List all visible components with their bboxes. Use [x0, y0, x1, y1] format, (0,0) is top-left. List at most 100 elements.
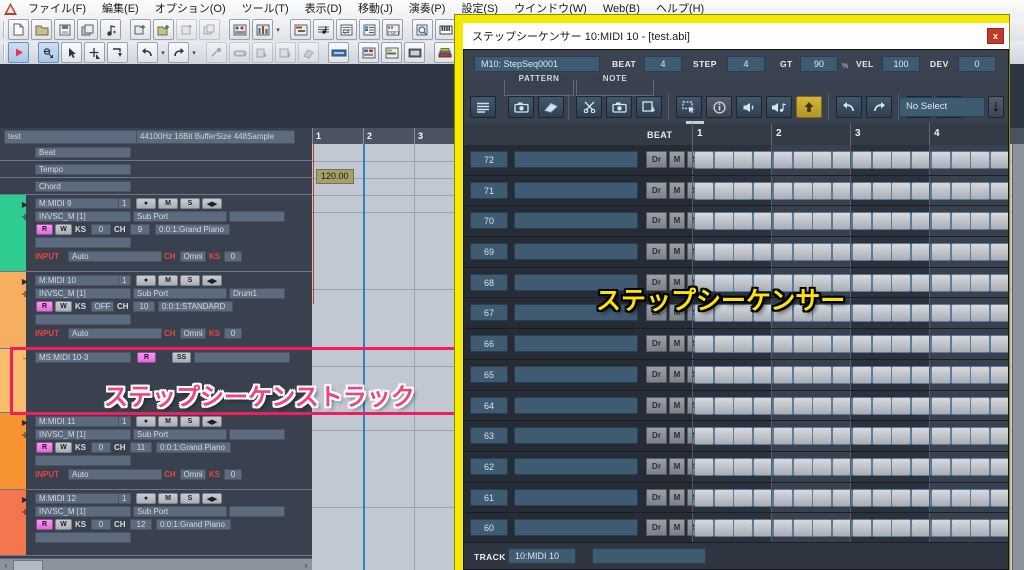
- step-cell[interactable]: [694, 519, 714, 538]
- step-row[interactable]: 64DrMS: [464, 390, 1008, 422]
- step-cell[interactable]: [831, 335, 852, 354]
- step-cell[interactable]: [733, 151, 754, 169]
- mixer-small-icon[interactable]: [229, 19, 250, 40]
- track-read-button[interactable]: R: [36, 224, 53, 235]
- step-cell[interactable]: [891, 488, 912, 507]
- save-track-icon[interactable]: [176, 19, 197, 40]
- step-cell[interactable]: [773, 243, 793, 262]
- midi-io-icon[interactable]: [328, 42, 349, 63]
- step-cell[interactable]: [812, 519, 833, 538]
- step-cell[interactable]: [792, 151, 813, 169]
- track-ch-value[interactable]: 11: [130, 442, 152, 453]
- step-cell[interactable]: [694, 457, 714, 476]
- step-cell[interactable]: [950, 304, 971, 323]
- step-cell[interactable]: [970, 396, 991, 415]
- track-port-field[interactable]: Sub Port: [133, 288, 227, 299]
- open-track-icon[interactable]: [153, 19, 174, 40]
- track-input-value[interactable]: Auto: [68, 469, 162, 480]
- step-cell[interactable]: [713, 212, 734, 231]
- step-cell[interactable]: [950, 396, 971, 415]
- track-add-icon[interactable]: ✛: [20, 430, 30, 440]
- step-cell[interactable]: [910, 212, 931, 231]
- track-comment-field[interactable]: [35, 237, 131, 248]
- step-cell[interactable]: [773, 181, 793, 200]
- list-icon[interactable]: [470, 96, 496, 118]
- track-solo-button[interactable]: S: [180, 275, 200, 286]
- step-cell[interactable]: [989, 243, 1008, 262]
- playhead-cursor[interactable]: [363, 144, 365, 570]
- menu-item-move[interactable]: 移動(J): [350, 0, 401, 18]
- new-file-icon[interactable]: [8, 19, 29, 40]
- step-row-note-number[interactable]: 61: [470, 488, 508, 506]
- step-cell[interactable]: [910, 396, 931, 415]
- track-read-button[interactable]: R: [36, 519, 53, 530]
- step-cell[interactable]: [910, 181, 931, 200]
- track-extra-field[interactable]: Drum1: [229, 288, 285, 299]
- beat-value-field[interactable]: 4: [644, 56, 682, 72]
- eraser-icon[interactable]: [298, 42, 319, 63]
- step-cell[interactable]: [970, 519, 991, 538]
- step-cell[interactable]: [773, 457, 793, 476]
- step-cell[interactable]: [812, 181, 833, 200]
- step-cell[interactable]: [931, 151, 951, 169]
- step-row-name-field[interactable]: [514, 488, 638, 506]
- step-row-name-field[interactable]: [514, 519, 638, 537]
- track-extra-field[interactable]: [229, 506, 285, 517]
- track-port-field[interactable]: Sub Port: [133, 211, 227, 222]
- step-cell[interactable]: [931, 427, 951, 446]
- step-cell[interactable]: [950, 212, 971, 231]
- step-row-name-field[interactable]: [514, 181, 638, 199]
- preset-spinner-icon[interactable]: ↓: [988, 96, 1004, 118]
- step-row-button-dr[interactable]: Dr: [646, 243, 667, 261]
- step-cell[interactable]: [713, 427, 734, 446]
- step-cell[interactable]: [752, 365, 773, 384]
- step-cell[interactable]: [831, 427, 852, 446]
- step-cell[interactable]: [752, 181, 773, 200]
- track-patch-field[interactable]: 0:0:1:Grand Piano: [156, 519, 231, 530]
- move-tool-icon[interactable]: [84, 42, 105, 63]
- step-row-button-dr[interactable]: Dr: [646, 365, 667, 383]
- step-row[interactable]: 71DrMS: [464, 175, 1008, 207]
- step-cell[interactable]: [871, 273, 892, 292]
- step-row-note-number[interactable]: 70: [470, 212, 508, 230]
- pattern-erase-icon[interactable]: [538, 96, 564, 118]
- step-cell[interactable]: [871, 396, 892, 415]
- step-cell[interactable]: [792, 427, 813, 446]
- step-cell[interactable]: [891, 427, 912, 446]
- step-cell[interactable]: [931, 365, 951, 384]
- step-cell[interactable]: [931, 243, 951, 262]
- scroll-right-icon[interactable]: ›: [300, 559, 312, 570]
- step-cell[interactable]: [792, 519, 813, 538]
- step-cell[interactable]: [713, 243, 734, 262]
- books-icon[interactable]: [434, 42, 455, 63]
- step-row-button-m[interactable]: M: [669, 519, 685, 537]
- step-row[interactable]: 69DrMS: [464, 237, 1008, 268]
- step-cell[interactable]: [694, 335, 714, 354]
- step-cell[interactable]: [989, 365, 1008, 384]
- step-cell[interactable]: [950, 243, 971, 262]
- track-input-value[interactable]: Auto: [68, 251, 162, 262]
- undo-icon[interactable]: [137, 42, 158, 63]
- track-input-ks-value[interactable]: 0: [224, 328, 242, 339]
- step-cell[interactable]: [852, 243, 872, 262]
- step-cell[interactable]: [812, 151, 833, 169]
- step-cell[interactable]: [891, 304, 912, 323]
- pencil-tool-icon[interactable]: [107, 42, 128, 63]
- step-cell[interactable]: [831, 488, 852, 507]
- step-cell[interactable]: [852, 304, 872, 323]
- step-row-note-number[interactable]: 65: [470, 365, 508, 383]
- step-cell[interactable]: [852, 396, 872, 415]
- step-row-note-number[interactable]: 66: [470, 335, 508, 353]
- step-cell[interactable]: [812, 396, 833, 415]
- step-cell[interactable]: [871, 488, 892, 507]
- duplicate-track-icon[interactable]: [199, 19, 220, 40]
- step-cell[interactable]: [792, 212, 813, 231]
- step-cell[interactable]: [989, 488, 1008, 507]
- step-cell[interactable]: [773, 365, 793, 384]
- step-cell[interactable]: [950, 365, 971, 384]
- track-input-ch-value[interactable]: Omni: [180, 469, 206, 480]
- step-cell[interactable]: [871, 335, 892, 354]
- step-cell[interactable]: [970, 212, 991, 231]
- track-ch-value[interactable]: 10: [133, 301, 155, 312]
- step-row-button-m[interactable]: M: [669, 243, 685, 261]
